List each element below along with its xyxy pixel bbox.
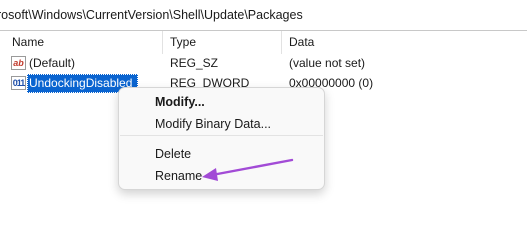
menu-item-modify-binary-data[interactable]: Modify Binary Data...	[155, 113, 271, 135]
column-header-name[interactable]: Name	[12, 31, 44, 54]
address-path: rosoft\Windows\CurrentVersion\Shell\Upda…	[0, 8, 303, 22]
value-name: (Default)	[29, 56, 76, 70]
menu-item-delete[interactable]: Delete	[155, 143, 191, 165]
value-type: REG_SZ	[170, 56, 219, 70]
annotation-arrow-icon	[202, 158, 294, 181]
column-divider[interactable]	[162, 31, 163, 54]
string-value-icon: ab	[11, 56, 26, 70]
menu-separator	[120, 135, 323, 136]
column-divider[interactable]	[281, 31, 282, 54]
address-bar[interactable]: rosoft\Windows\CurrentVersion\Shell\Upda…	[0, 0, 527, 31]
column-header-data[interactable]: Data	[289, 31, 314, 54]
column-header: Name Type Data	[0, 31, 527, 54]
dword-value-icon: 011	[11, 76, 26, 90]
menu-item-modify[interactable]: Modify...	[155, 91, 205, 113]
list-item[interactable]: ab (Default) REG_SZ (value not set)	[0, 53, 527, 74]
column-header-type[interactable]: Type	[170, 31, 196, 54]
value-data: (value not set)	[289, 56, 366, 70]
menu-item-rename[interactable]: Rename	[155, 165, 202, 187]
